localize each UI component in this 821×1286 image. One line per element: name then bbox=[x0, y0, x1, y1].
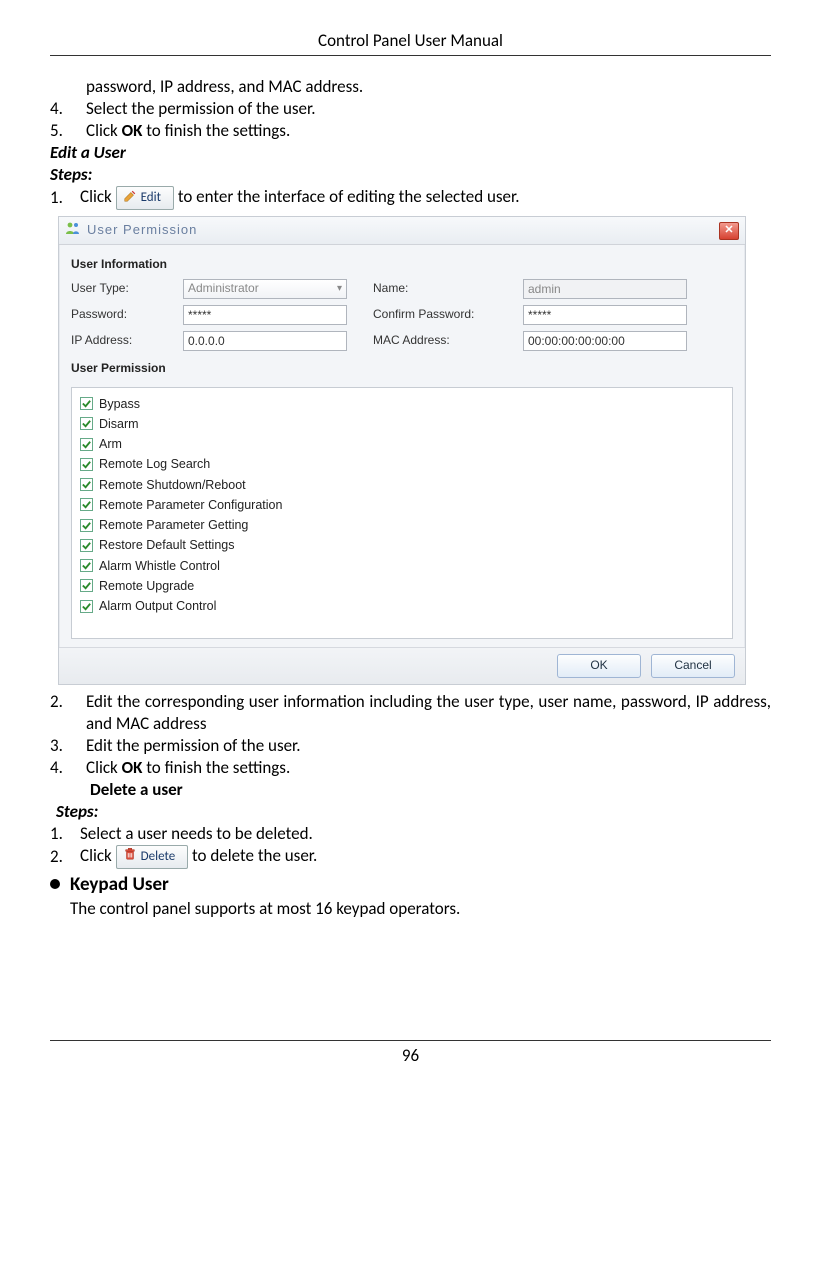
dialog-titlebar: User Permission ✕ bbox=[59, 217, 745, 245]
password-field[interactable] bbox=[183, 305, 347, 325]
checkbox-icon bbox=[80, 559, 93, 572]
close-icon[interactable]: ✕ bbox=[719, 222, 739, 240]
user-type-select[interactable]: Administrator ▾ bbox=[183, 279, 347, 299]
keypad-user-text: The control panel supports at most 16 ke… bbox=[70, 898, 460, 920]
user-permission-dialog: User Permission ✕ User Information User … bbox=[58, 216, 746, 684]
edit-button[interactable]: Edit bbox=[116, 186, 174, 210]
perm-remote-parameter-getting[interactable]: Remote Parameter Getting bbox=[80, 515, 724, 535]
perm-arm[interactable]: Arm bbox=[80, 434, 724, 454]
checkbox-icon bbox=[80, 397, 93, 410]
page-footer: 96 bbox=[50, 1040, 771, 1066]
step-4: 4. Select the permission of the user. bbox=[50, 98, 771, 120]
step-5: 5. Click OK to finish the settings. bbox=[50, 120, 771, 142]
bullet-icon bbox=[50, 879, 60, 889]
perm-remote-shutdown-reboot[interactable]: Remote Shutdown/Reboot bbox=[80, 475, 724, 495]
intro-continuation: password, IP address, and MAC address. bbox=[50, 76, 771, 98]
pencil-icon bbox=[123, 189, 137, 209]
user-permission-label: User Permission bbox=[71, 357, 733, 383]
delete-step-2: 2. Click Delete to delete the user. bbox=[50, 845, 771, 869]
name-label: Name: bbox=[373, 281, 523, 297]
perm-alarm-whistle-control[interactable]: Alarm Whistle Control bbox=[80, 556, 724, 576]
ip-address-field[interactable] bbox=[183, 331, 347, 351]
delete-button[interactable]: Delete bbox=[116, 845, 189, 869]
perm-bypass[interactable]: Bypass bbox=[80, 394, 724, 414]
confirm-password-field[interactable] bbox=[523, 305, 687, 325]
edit-step-4: 4. Click OK to finish the settings. bbox=[50, 757, 771, 779]
ok-button[interactable]: OK bbox=[557, 654, 641, 678]
ip-address-label: IP Address: bbox=[71, 333, 183, 349]
dialog-footer: OK Cancel bbox=[59, 647, 745, 684]
cancel-button[interactable]: Cancel bbox=[651, 654, 735, 678]
chevron-down-icon: ▾ bbox=[337, 282, 342, 295]
checkbox-icon bbox=[80, 417, 93, 430]
perm-remote-parameter-configuration[interactable]: Remote Parameter Configuration bbox=[80, 495, 724, 515]
mac-address-label: MAC Address: bbox=[373, 333, 523, 349]
perm-remote-log-search[interactable]: Remote Log Search bbox=[80, 454, 724, 474]
perm-alarm-output-control[interactable]: Alarm Output Control bbox=[80, 596, 724, 616]
edit-user-heading: Edit a User bbox=[50, 142, 771, 164]
name-field[interactable] bbox=[523, 279, 687, 299]
perm-disarm[interactable]: Disarm bbox=[80, 414, 724, 434]
keypad-user-heading: Keypad User bbox=[70, 873, 460, 898]
confirm-password-label: Confirm Password: bbox=[373, 307, 523, 323]
edit-step-1: 1. Click Edit to enter the interface of … bbox=[50, 186, 771, 210]
checkbox-icon bbox=[80, 539, 93, 552]
mac-address-field[interactable] bbox=[523, 331, 687, 351]
checkbox-icon bbox=[80, 438, 93, 451]
dialog-title: User Permission bbox=[87, 222, 197, 239]
perm-remote-upgrade[interactable]: Remote Upgrade bbox=[80, 576, 724, 596]
steps-label: Steps: bbox=[50, 164, 771, 186]
checkbox-icon bbox=[80, 458, 93, 471]
keypad-user-section: Keypad User The control panel supports a… bbox=[50, 873, 771, 920]
people-icon bbox=[65, 221, 81, 240]
edit-step-2: 2. Edit the corresponding user informati… bbox=[50, 691, 771, 735]
delete-step-1: 1. Select a user needs to be deleted. bbox=[50, 823, 771, 845]
checkbox-icon bbox=[80, 498, 93, 511]
checkbox-icon bbox=[80, 600, 93, 613]
password-label: Password: bbox=[71, 307, 183, 323]
user-type-label: User Type: bbox=[71, 281, 183, 297]
page-header: Control Panel User Manual bbox=[50, 30, 771, 56]
trash-icon bbox=[123, 847, 137, 867]
edit-step-3: 3. Edit the permission of the user. bbox=[50, 735, 771, 757]
checkbox-icon bbox=[80, 519, 93, 532]
checkbox-icon bbox=[80, 478, 93, 491]
permission-list: Bypass Disarm Arm Remote Log Search Remo… bbox=[71, 387, 733, 639]
steps-label: Steps: bbox=[50, 801, 771, 823]
user-information-label: User Information bbox=[71, 253, 733, 279]
delete-user-heading: Delete a user bbox=[50, 779, 771, 801]
checkbox-icon bbox=[80, 579, 93, 592]
perm-restore-default-settings[interactable]: Restore Default Settings bbox=[80, 535, 724, 555]
